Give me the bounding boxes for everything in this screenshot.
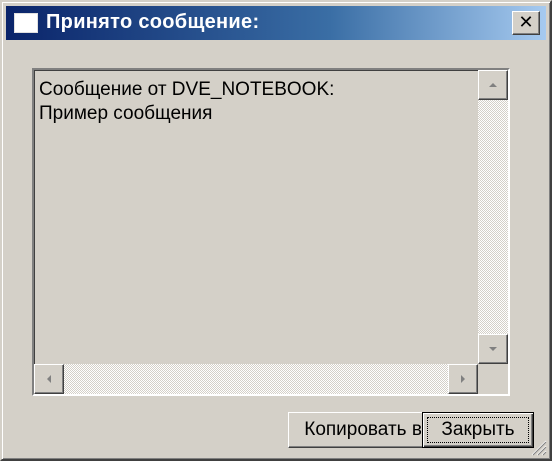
message-textarea[interactable]: Сообщение от DVE_NOTEBOOK: Пример сообще… <box>32 68 510 396</box>
arrow-up-icon <box>489 83 497 87</box>
message-dialog: Принято сообщение: ✕ Сообщение от DVE_NO… <box>0 0 552 461</box>
message-line-body: Пример сообщения <box>39 103 213 124</box>
scroll-left-button[interactable] <box>34 364 64 394</box>
resize-grip-icon[interactable] <box>529 438 547 456</box>
window-icon <box>14 13 38 33</box>
scroll-right-button[interactable] <box>448 364 478 394</box>
dialog-title: Принято сообщение: <box>46 11 260 33</box>
close-button-label: Закрыть <box>441 419 515 440</box>
scrollbar-corner <box>478 364 508 394</box>
close-button[interactable]: Закрыть <box>422 412 534 448</box>
scroll-up-button[interactable] <box>478 70 508 100</box>
message-content: Сообщение от DVE_NOTEBOOK: Пример сообще… <box>39 78 459 126</box>
arrow-left-icon <box>47 375 51 383</box>
horizontal-scrollbar[interactable] <box>34 364 478 394</box>
message-line-sender: Сообщение от DVE_NOTEBOOK: <box>39 79 335 100</box>
arrow-right-icon <box>461 375 465 383</box>
scroll-down-button[interactable] <box>478 334 508 364</box>
vertical-scrollbar[interactable] <box>478 70 508 364</box>
close-window-button[interactable]: ✕ <box>512 11 540 35</box>
title-bar[interactable]: Принято сообщение: ✕ <box>6 6 546 40</box>
close-icon: ✕ <box>518 12 534 33</box>
arrow-down-icon <box>489 347 497 351</box>
